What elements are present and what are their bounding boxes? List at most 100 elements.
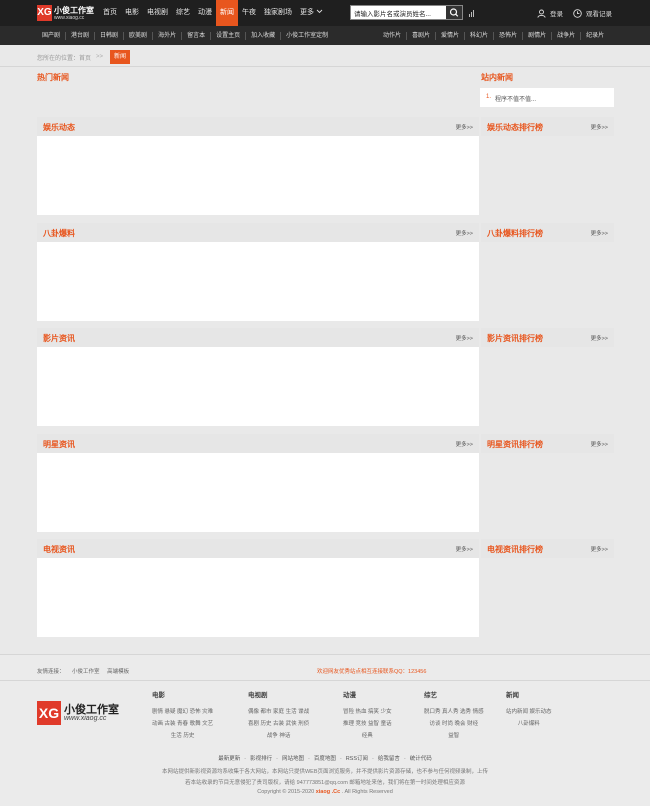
footer-link-row[interactable]: 经典 bbox=[343, 730, 392, 742]
footer: 友情连接： 小俊工作室 高端模板 欢迎网友优秀站点相互连接联系QQ：123456… bbox=[0, 654, 650, 806]
section-body bbox=[37, 241, 479, 321]
more-link[interactable]: 更多>> bbox=[591, 545, 608, 553]
login-label: 登录 bbox=[550, 11, 563, 18]
more-link[interactable]: 更多>> bbox=[456, 123, 473, 131]
subnav-item[interactable]: 港台剧 bbox=[66, 31, 96, 40]
footer-link-row[interactable]: 动画 古装 青春 歌舞 文艺 bbox=[152, 718, 213, 730]
more-link[interactable]: 更多>> bbox=[591, 123, 608, 131]
nav-item[interactable]: 独家剧场 bbox=[260, 0, 296, 26]
more-link[interactable]: 更多>> bbox=[456, 440, 473, 448]
footer-column: 动漫 冒险 热血 搞笑 少女 推理 竞技 益智 童话 经典 bbox=[343, 689, 392, 742]
link-separator: - bbox=[339, 756, 342, 762]
more-link[interactable]: 更多>> bbox=[456, 334, 473, 342]
nav-item[interactable]: 午夜 bbox=[238, 0, 260, 26]
nav-item[interactable]: 电影 bbox=[121, 0, 143, 26]
footer-link-row[interactable]: 生活 历史 bbox=[152, 730, 213, 742]
more-link[interactable]: 更多>> bbox=[456, 545, 473, 553]
footer-link-row[interactable]: 八卦爆料 bbox=[506, 718, 552, 730]
footer-link[interactable]: 影视排行 bbox=[250, 756, 272, 762]
footer-link[interactable]: RSS订阅 bbox=[346, 756, 368, 762]
footer-column-title: 电视剧 bbox=[248, 692, 268, 699]
subnav-item[interactable]: 喜剧片 bbox=[407, 31, 437, 40]
footer-column-title: 电影 bbox=[152, 692, 165, 699]
news-link[interactable]: 程序不值不值... bbox=[495, 94, 536, 103]
nav-item[interactable]: 更多 bbox=[296, 0, 327, 26]
nav-item-label: 首页 bbox=[103, 9, 117, 16]
history-button[interactable]: 观看记录 bbox=[573, 6, 612, 20]
breadcrumb-home[interactable]: 首页 bbox=[79, 53, 91, 62]
link-separator: - bbox=[372, 756, 374, 762]
subnav-item[interactable]: 加入收藏 bbox=[246, 31, 282, 40]
news-index: 1. bbox=[486, 94, 492, 100]
login-button[interactable]: 登录 bbox=[537, 6, 563, 20]
footer-link[interactable]: 给我留言 bbox=[378, 756, 400, 762]
footer-link[interactable]: 最新更新 bbox=[218, 756, 240, 762]
subnav-item[interactable]: 留言本 bbox=[182, 31, 212, 40]
subnav-item[interactable]: 战争片 bbox=[552, 31, 582, 40]
link-separator: - bbox=[244, 756, 247, 762]
rank-header: 电视资讯排行榜 更多>> bbox=[481, 539, 614, 558]
footer-link-row[interactable]: 益智 bbox=[424, 730, 484, 742]
footer-link-row[interactable]: 喜剧 历史 古装 武侠 刑侦 bbox=[248, 718, 309, 730]
logo-url: www.xiaog.cc bbox=[54, 15, 85, 21]
search-icon bbox=[449, 8, 459, 17]
footer-link-row[interactable]: 冒险 热血 搞笑 少女 bbox=[343, 706, 392, 718]
footer-link[interactable]: 统计代码 bbox=[410, 756, 432, 762]
link-separator: - bbox=[276, 756, 278, 762]
nav-item-label: 新闻 bbox=[220, 9, 234, 16]
footer-link-row[interactable]: 推理 竞技 益智 童话 bbox=[343, 718, 392, 730]
rank-title: 明星资讯排行榜 bbox=[487, 439, 543, 449]
subnav-item[interactable]: 小俊工作室定制 bbox=[281, 32, 333, 40]
footer-link[interactable]: 网站地图 bbox=[282, 756, 304, 762]
subnav-item[interactable]: 海外片 bbox=[153, 31, 183, 40]
footer-logo[interactable]: XG 小俊工作室 www.xiaog.cc bbox=[37, 701, 129, 725]
nav-item-label: 更多 bbox=[300, 9, 314, 16]
breadcrumb-prefix: 您所在的位置： bbox=[37, 55, 80, 62]
rank-panel: 明星资讯排行榜 更多>> bbox=[481, 433, 614, 453]
subnav-item[interactable]: 日韩剧 bbox=[95, 31, 125, 40]
subnav-item[interactable]: 欧美剧 bbox=[124, 31, 154, 40]
footer-link[interactable]: 百度地图 bbox=[314, 756, 336, 762]
nav-item[interactable]: 首页 bbox=[99, 0, 121, 26]
rank-header: 八卦爆料排行榜 更多>> bbox=[481, 222, 614, 242]
breadcrumb-separator: >> bbox=[96, 54, 104, 60]
rank-panel: 娱乐动态排行榜 更多>> bbox=[481, 117, 614, 136]
disclaimer-line-1: 本网站提供新影视资源均系收集于各大网站，本网站只提供WEB页面浏览服务，并不提供… bbox=[161, 769, 489, 775]
footer-link-row[interactable]: 脱口秀 真人秀 选秀 情感 bbox=[424, 706, 484, 718]
friend-link[interactable]: 高端模板 bbox=[107, 669, 129, 675]
subnav-item[interactable]: 剧情片 bbox=[523, 31, 553, 40]
user-icon bbox=[537, 9, 546, 18]
search-button[interactable] bbox=[446, 6, 462, 19]
footer-link-row[interactable]: 访谈 时尚 晚会 财经 bbox=[424, 718, 484, 730]
copyright-brand[interactable]: xiaog .Cc bbox=[316, 789, 340, 795]
section-body bbox=[37, 452, 479, 532]
footer-link-row[interactable]: 剧情 悬疑 魔幻 恐怖 灾难 bbox=[152, 706, 213, 718]
search-input[interactable] bbox=[354, 8, 446, 18]
subnav-item[interactable]: 动作片 bbox=[378, 31, 408, 40]
section-panel: 娱乐动态 更多>> bbox=[37, 117, 479, 215]
friend-link[interactable]: 小俊工作室 bbox=[72, 669, 100, 675]
footer-link-row[interactable]: 战争 神话 bbox=[248, 730, 309, 742]
more-link[interactable]: 更多>> bbox=[591, 229, 608, 237]
hot-news-title: 热门新闻 bbox=[37, 73, 69, 82]
subnav-item[interactable]: 科幻片 bbox=[465, 31, 495, 40]
subnav-item[interactable]: 设置主页 bbox=[211, 31, 247, 40]
nav-item[interactable]: 新闻 bbox=[216, 0, 238, 26]
more-link[interactable]: 更多>> bbox=[591, 334, 608, 342]
rank-title: 影片资讯排行榜 bbox=[487, 334, 543, 343]
subnav-item[interactable]: 爱情片 bbox=[436, 31, 466, 40]
site-logo[interactable]: XG 小俊工作室 www.xiaog.cc bbox=[37, 5, 95, 22]
nav-item[interactable]: 动漫 bbox=[194, 0, 216, 26]
more-link[interactable]: 更多>> bbox=[456, 229, 473, 237]
divider bbox=[0, 680, 650, 681]
subnav-item[interactable]: 纪录片 bbox=[581, 32, 609, 40]
more-link[interactable]: 更多>> bbox=[591, 440, 608, 448]
subnav-item[interactable]: 恐怖片 bbox=[494, 31, 524, 40]
footer-link-row[interactable]: 偶像 都市 家庭 生活 谍战 bbox=[248, 706, 309, 718]
footer-link-row[interactable]: 站内新闻 娱乐动态 bbox=[506, 706, 552, 718]
nav-item[interactable]: 综艺 bbox=[172, 0, 194, 26]
rank-header: 明星资讯排行榜 更多>> bbox=[481, 433, 614, 453]
section-title: 明星资讯 bbox=[43, 439, 75, 449]
subnav-item[interactable]: 国产剧 bbox=[37, 31, 67, 40]
nav-item[interactable]: 电视剧 bbox=[143, 0, 172, 26]
